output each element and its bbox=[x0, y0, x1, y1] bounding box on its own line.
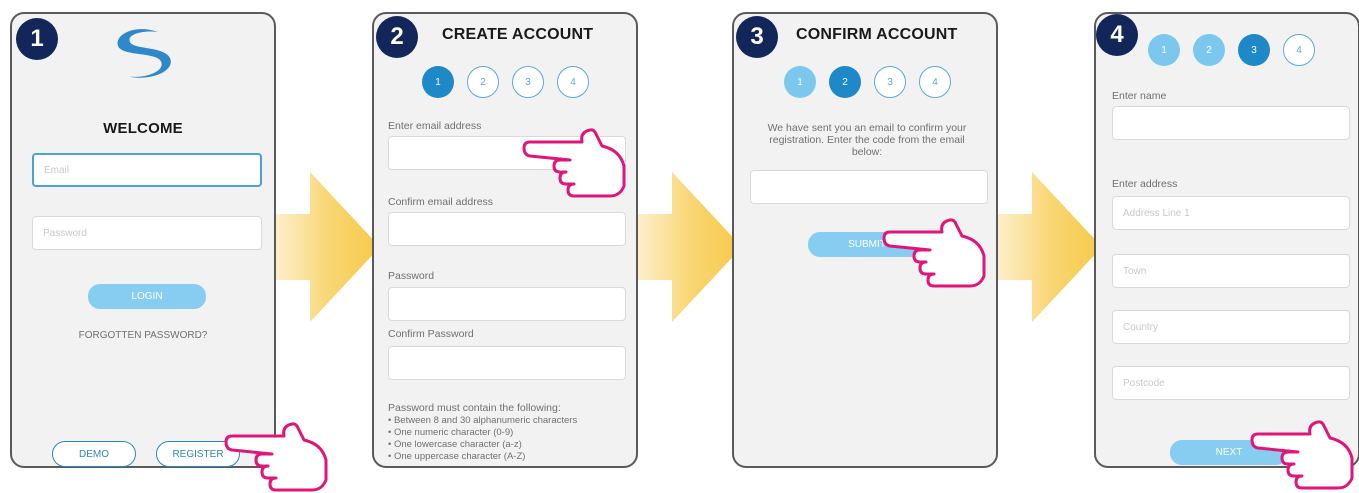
pointing-hand-icon bbox=[1250, 420, 1354, 490]
password-field[interactable]: Password bbox=[32, 216, 262, 250]
step-indicator-2: 2 bbox=[829, 66, 861, 98]
confirm-password-label: Confirm Password bbox=[388, 328, 474, 340]
name-field[interactable] bbox=[1112, 106, 1350, 140]
confirm-password-field[interactable] bbox=[388, 346, 626, 380]
step-indicator-3: 3 bbox=[1238, 34, 1270, 66]
confirm-message: We have sent you an email to confirm you… bbox=[767, 122, 967, 158]
postcode-field[interactable]: Postcode bbox=[1112, 366, 1350, 400]
step-indicator-4: 4 bbox=[557, 66, 589, 98]
confirm-email-label: Confirm email address bbox=[388, 196, 494, 208]
step-indicator-2: 2 bbox=[1193, 34, 1225, 66]
name-label: Enter name bbox=[1112, 90, 1167, 102]
email-field[interactable]: Email bbox=[32, 153, 262, 187]
page-title: CONFIRM ACCOUNT bbox=[796, 26, 958, 43]
step-indicator-1: 1 bbox=[422, 66, 454, 98]
address-line-field[interactable]: Address Line 1 bbox=[1112, 196, 1350, 230]
page-title: WELCOME bbox=[103, 120, 183, 137]
email-label: Enter email address bbox=[388, 120, 482, 132]
confirm-email-field[interactable] bbox=[388, 212, 626, 246]
step-indicator-3: 3 bbox=[874, 66, 906, 98]
step-indicator-3: 3 bbox=[512, 66, 544, 98]
step-indicator-2: 2 bbox=[467, 66, 499, 98]
step-indicator-4: 4 bbox=[919, 66, 951, 98]
address-label: Enter address bbox=[1112, 178, 1178, 190]
password-field[interactable] bbox=[388, 287, 626, 321]
step-number-badge: 2 bbox=[376, 16, 418, 58]
password-label: Password bbox=[388, 270, 435, 282]
step-indicator-1: 1 bbox=[784, 66, 816, 98]
pointing-hand-icon bbox=[882, 218, 986, 288]
login-button[interactable]: LOGIN bbox=[88, 284, 206, 309]
enter-details-screen: 1 2 3 4 Enter name Enter address Address… bbox=[1094, 12, 1359, 468]
password-rule: • One lowercase character (a-z) bbox=[388, 439, 522, 450]
step-number-badge: 4 bbox=[1096, 14, 1138, 56]
pointing-hand-icon bbox=[522, 128, 626, 198]
create-account-screen: CREATE ACCOUNT 1 2 3 4 Enter email addre… bbox=[372, 12, 638, 468]
password-rule: • One numeric character (0-9) bbox=[388, 427, 514, 438]
password-rule: • One uppercase character (A-Z) bbox=[388, 451, 526, 462]
country-field[interactable]: Country bbox=[1112, 310, 1350, 344]
step-indicator-1: 1 bbox=[1148, 34, 1180, 66]
page-title: CREATE ACCOUNT bbox=[442, 26, 594, 43]
step-number-badge: 3 bbox=[736, 16, 778, 58]
password-rule: • Between 8 and 30 alphanumeric characte… bbox=[388, 415, 578, 426]
pointing-hand-icon bbox=[224, 422, 328, 492]
app-logo bbox=[117, 29, 171, 78]
step-number-badge: 1 bbox=[16, 18, 58, 60]
confirmation-code-field[interactable] bbox=[750, 170, 988, 204]
demo-button[interactable]: DEMO bbox=[52, 441, 136, 467]
welcome-screen: WELCOME Email Password LOGIN FORGOTTEN P… bbox=[10, 12, 276, 468]
password-rules-heading: Password must contain the following: bbox=[388, 402, 561, 414]
forgot-password-link[interactable]: FORGOTTEN PASSWORD? bbox=[12, 330, 274, 341]
step-indicator-4: 4 bbox=[1283, 34, 1315, 66]
town-field[interactable]: Town bbox=[1112, 254, 1350, 288]
